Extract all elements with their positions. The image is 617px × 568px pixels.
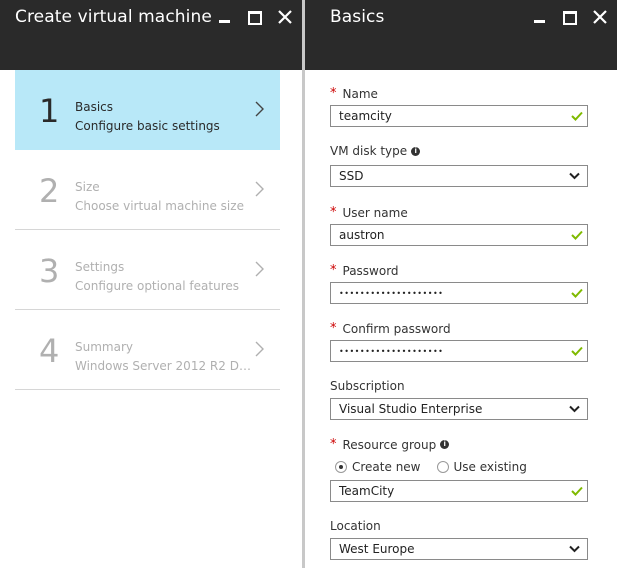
maximize-icon[interactable] <box>561 8 579 26</box>
checkmark-icon <box>571 486 583 496</box>
label-text: Password <box>342 263 399 278</box>
select-value: SSD <box>339 169 364 183</box>
info-icon[interactable]: i <box>440 440 450 449</box>
step-settings[interactable]: 3 Settings Configure optional features <box>15 230 280 310</box>
step-subtitle: Windows Server 2012 R2 Datacenter <box>75 359 253 373</box>
step-title: Summary <box>75 340 133 354</box>
step-size[interactable]: 2 Size Choose virtual machine size <box>15 150 280 230</box>
create-new-radio[interactable] <box>335 461 347 473</box>
resource-group-label: * Resource group i <box>330 437 450 452</box>
label-text: Resource group <box>342 437 437 452</box>
required-marker: * <box>330 437 337 452</box>
chevron-down-icon <box>569 545 580 553</box>
user-name-input[interactable]: austron <box>330 224 588 246</box>
resource-group-options: Create new Use existing <box>335 460 527 474</box>
blade-title: Create virtual machine <box>15 7 212 27</box>
input-value: TeamCity <box>339 484 395 498</box>
close-icon[interactable] <box>276 8 294 26</box>
chevron-down-icon <box>569 172 580 180</box>
resource-group-input[interactable]: TeamCity <box>330 480 588 502</box>
step-subtitle: Choose virtual machine size <box>75 199 244 213</box>
window-controls <box>531 8 609 26</box>
label-text: Confirm password <box>342 321 451 336</box>
required-marker: * <box>330 86 337 101</box>
location-select[interactable]: West Europe <box>330 538 588 560</box>
maximize-icon[interactable] <box>246 8 264 26</box>
required-marker: * <box>330 321 337 336</box>
step-number: 3 <box>39 252 60 290</box>
select-value: West Europe <box>339 542 415 556</box>
checkmark-icon <box>571 288 583 298</box>
checkmark-icon <box>571 111 583 121</box>
info-icon[interactable]: i <box>411 146 421 156</box>
checkmark-icon <box>571 230 583 240</box>
create-vm-blade: Create virtual machine 1 Basics Configur… <box>0 0 302 568</box>
chevron-right-icon <box>255 261 264 277</box>
password-input[interactable]: •••••••••••••••••••• <box>330 282 588 304</box>
chevron-right-icon <box>255 341 264 357</box>
close-icon[interactable] <box>591 8 609 26</box>
step-subtitle: Configure basic settings <box>75 119 220 133</box>
input-value: •••••••••••••••••••• <box>339 288 444 298</box>
blade-header: Create virtual machine <box>0 0 302 70</box>
label-text: VM disk type <box>330 144 408 158</box>
step-title: Settings <box>75 260 125 274</box>
confirm-password-input[interactable]: •••••••••••••••••••• <box>330 340 588 362</box>
window-controls <box>216 8 294 26</box>
input-value: teamcity <box>339 109 392 123</box>
chevron-right-icon <box>255 181 264 197</box>
step-subtitle: Configure optional features <box>75 279 239 293</box>
minimize-icon[interactable] <box>531 8 549 26</box>
required-marker: * <box>330 205 337 220</box>
create-new-label[interactable]: Create new <box>352 460 421 474</box>
step-title: Basics <box>75 100 114 114</box>
location-label: Location <box>330 519 381 533</box>
step-number: 4 <box>39 332 60 370</box>
step-summary[interactable]: 4 Summary Windows Server 2012 R2 Datacen… <box>15 310 280 390</box>
step-title: Size <box>75 180 100 194</box>
label-text: Name <box>342 86 378 101</box>
input-value: austron <box>339 228 385 242</box>
input-value: •••••••••••••••••••• <box>339 346 444 356</box>
minimize-icon[interactable] <box>216 8 234 26</box>
chevron-right-icon <box>255 101 264 117</box>
password-label: * Password <box>330 263 399 278</box>
label-text: Location <box>330 519 381 533</box>
use-existing-radio[interactable] <box>436 461 449 473</box>
subscription-label: Subscription <box>330 379 405 393</box>
required-marker: * <box>330 263 337 278</box>
blade-title: Basics <box>330 7 385 27</box>
checkmark-icon <box>571 346 583 356</box>
select-value: Visual Studio Enterprise <box>339 402 483 416</box>
step-number: 2 <box>39 172 60 210</box>
label-text: Subscription <box>330 379 405 393</box>
use-existing-label[interactable]: Use existing <box>454 460 527 474</box>
step-basics[interactable]: 1 Basics Configure basic settings <box>15 70 280 150</box>
name-label: * Name <box>330 86 378 101</box>
confirm-password-label: * Confirm password <box>330 321 451 336</box>
wizard-steps: 1 Basics Configure basic settings 2 Size… <box>15 70 280 390</box>
blade-header: Basics <box>305 0 617 70</box>
disk-type-select[interactable]: SSD <box>330 165 588 187</box>
disk-type-label: VM disk type i <box>330 144 421 158</box>
chevron-down-icon <box>569 405 580 413</box>
subscription-select[interactable]: Visual Studio Enterprise <box>330 398 588 420</box>
label-text: User name <box>342 205 408 220</box>
user-name-label: * User name <box>330 205 408 220</box>
basics-blade: Basics * Name teamcity VM disk type i SS… <box>305 0 617 568</box>
name-input[interactable]: teamcity <box>330 105 588 127</box>
step-number: 1 <box>39 92 60 130</box>
